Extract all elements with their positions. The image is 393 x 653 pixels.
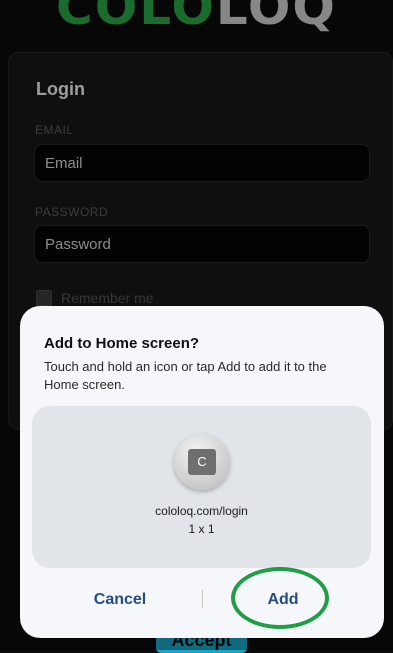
add-to-home-screen-dialog: Add to Home screen? Touch and hold an ic… xyxy=(20,306,384,638)
cancel-button[interactable]: Cancel xyxy=(68,584,172,616)
shortcut-url: cololoq.com/login xyxy=(155,504,248,518)
add-button[interactable]: Add xyxy=(237,584,329,616)
app-launcher-icon[interactable]: C xyxy=(174,434,230,490)
dialog-message: Touch and hold an icon or tap Add to add… xyxy=(44,359,327,392)
shortcut-size: 1 x 1 xyxy=(188,522,215,536)
button-divider xyxy=(202,590,203,608)
shortcut-preview: C cololoq.com/login 1 x 1 xyxy=(32,406,371,568)
dialog-title: Add to Home screen? xyxy=(44,335,200,352)
app-icon-letter: C xyxy=(188,449,216,475)
